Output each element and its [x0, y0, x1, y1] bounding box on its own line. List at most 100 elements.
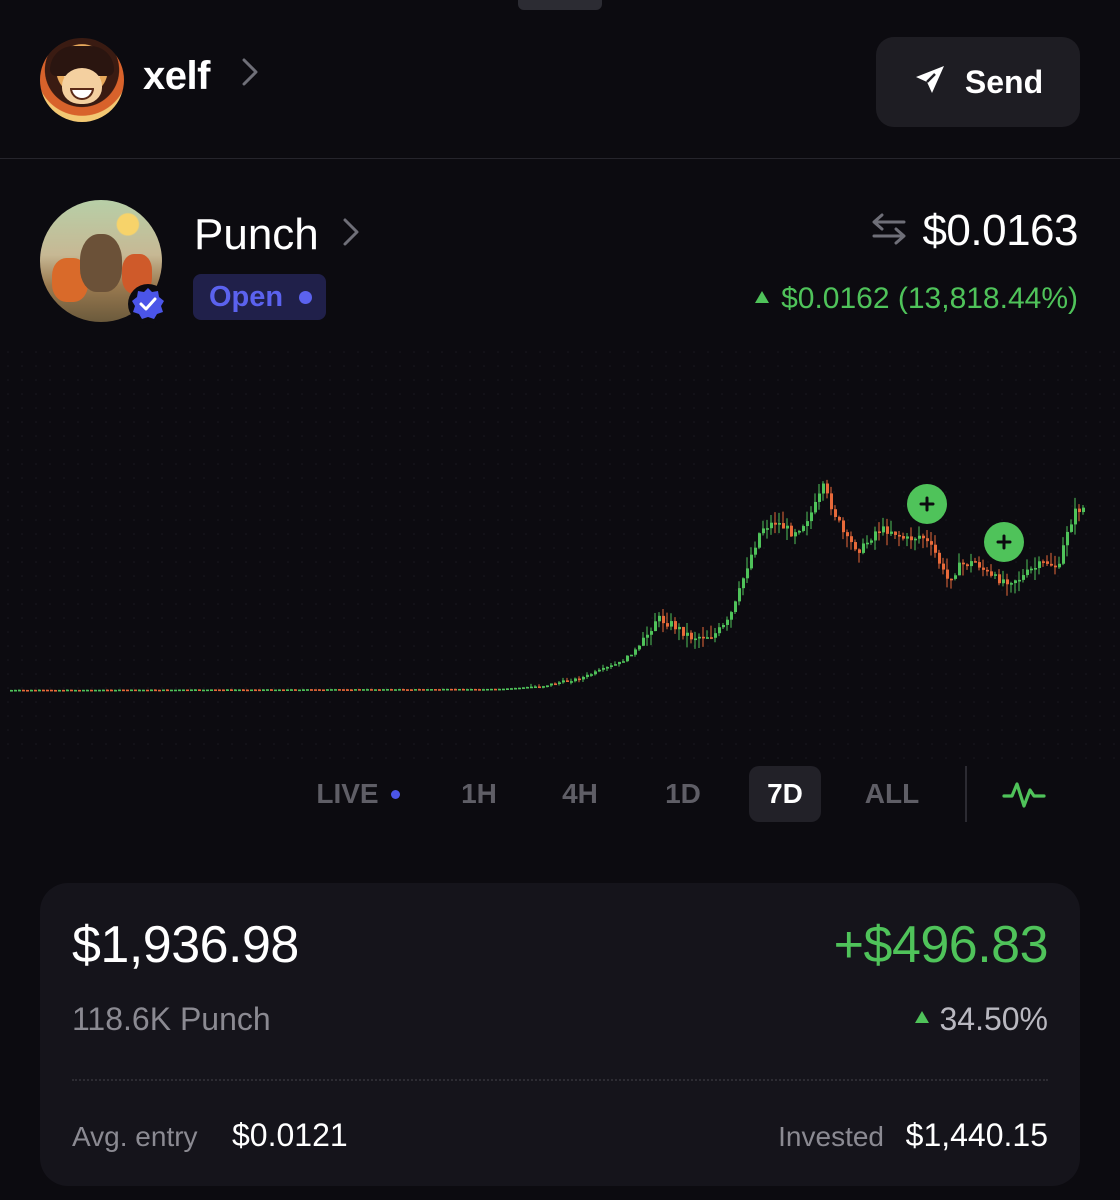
chevron-right-icon[interactable]	[240, 56, 260, 97]
tab-live[interactable]: LIVE	[300, 766, 416, 822]
candle	[954, 573, 957, 581]
candle	[758, 532, 761, 550]
candle	[410, 689, 413, 691]
candle	[22, 689, 25, 692]
candle	[966, 563, 969, 570]
holdings-card[interactable]: $1,936.98 +$496.83 118.6K Punch 34.50% A…	[40, 883, 1080, 1186]
candle	[822, 481, 825, 501]
candle	[882, 517, 885, 536]
candle	[778, 512, 781, 534]
candle	[242, 689, 245, 692]
candle	[978, 556, 981, 571]
line-chart-icon[interactable]	[996, 766, 1052, 822]
tab-4h-label: 4H	[562, 778, 598, 809]
candle	[166, 689, 169, 692]
candle	[646, 626, 649, 646]
candle	[1078, 504, 1081, 522]
candle	[214, 689, 217, 692]
candle	[462, 688, 465, 691]
candle	[718, 623, 721, 637]
candle	[42, 689, 45, 692]
candle	[298, 689, 301, 692]
candle	[626, 655, 629, 663]
candle	[634, 647, 637, 657]
candle	[1014, 579, 1017, 594]
candle	[550, 683, 553, 687]
candle	[134, 689, 137, 692]
candle	[418, 688, 421, 691]
candle	[1030, 566, 1033, 574]
candle	[146, 689, 149, 692]
candle	[194, 689, 197, 692]
candle	[74, 689, 77, 692]
candle	[838, 515, 841, 523]
tab-1h[interactable]: 1H	[446, 766, 512, 822]
candle	[970, 553, 973, 573]
candle	[874, 526, 877, 550]
candle	[190, 689, 193, 692]
token-name[interactable]: Punch	[194, 210, 319, 260]
candle	[566, 677, 569, 682]
candle	[110, 689, 113, 692]
candle	[1034, 557, 1037, 580]
candle	[1062, 537, 1065, 566]
tab-1d[interactable]: 1D	[650, 766, 716, 822]
send-button[interactable]: Send	[876, 37, 1080, 127]
candlestick-chart[interactable]	[0, 340, 1120, 760]
status-dot	[299, 290, 313, 304]
candle	[454, 688, 457, 691]
price-chart[interactable]	[0, 340, 1120, 760]
candle	[34, 689, 37, 692]
candle	[82, 689, 85, 692]
candle	[290, 688, 293, 691]
candle	[662, 609, 665, 633]
candle	[386, 688, 389, 691]
swap-arrows-icon[interactable]	[870, 212, 908, 251]
buy-marker-icon[interactable]	[907, 484, 947, 524]
token-chevron-right-icon[interactable]	[341, 216, 361, 257]
triangle-up-icon	[753, 289, 771, 310]
token-price: $0.0163	[922, 206, 1078, 255]
buy-marker-icon[interactable]	[984, 522, 1024, 562]
candle	[862, 538, 865, 555]
candle	[398, 688, 401, 691]
candle	[802, 524, 805, 533]
candle	[126, 689, 129, 692]
candle	[234, 689, 237, 692]
candle	[938, 549, 941, 569]
username[interactable]: xelf	[143, 54, 210, 99]
candle	[1038, 556, 1041, 575]
candle	[370, 688, 373, 691]
candle	[314, 689, 317, 691]
candle	[786, 518, 789, 540]
candle	[926, 530, 929, 548]
candle	[530, 683, 533, 689]
candle	[562, 677, 565, 684]
candle	[638, 644, 641, 651]
candle	[682, 626, 685, 640]
candle	[350, 689, 353, 692]
candle	[338, 689, 341, 691]
tab-7d[interactable]: 7D	[749, 766, 821, 822]
candle	[690, 630, 693, 644]
candle	[698, 633, 701, 648]
candle	[490, 688, 493, 691]
user-avatar[interactable]	[40, 38, 124, 122]
holding-amount: 118.6K Punch	[72, 1001, 271, 1037]
tab-all[interactable]: ALL	[856, 766, 928, 822]
candle	[402, 688, 405, 691]
candle	[554, 682, 557, 686]
candle	[26, 689, 29, 692]
candle	[470, 688, 473, 691]
candle	[558, 680, 561, 686]
candle	[394, 689, 397, 691]
candle	[894, 531, 897, 539]
holding-pnl: +$496.83	[833, 916, 1049, 974]
tab-4h[interactable]: 4H	[546, 766, 614, 822]
candle	[578, 676, 581, 683]
candle	[78, 689, 81, 692]
candle	[526, 686, 529, 689]
candle	[494, 688, 497, 691]
candle	[230, 688, 233, 692]
candle	[602, 664, 605, 672]
